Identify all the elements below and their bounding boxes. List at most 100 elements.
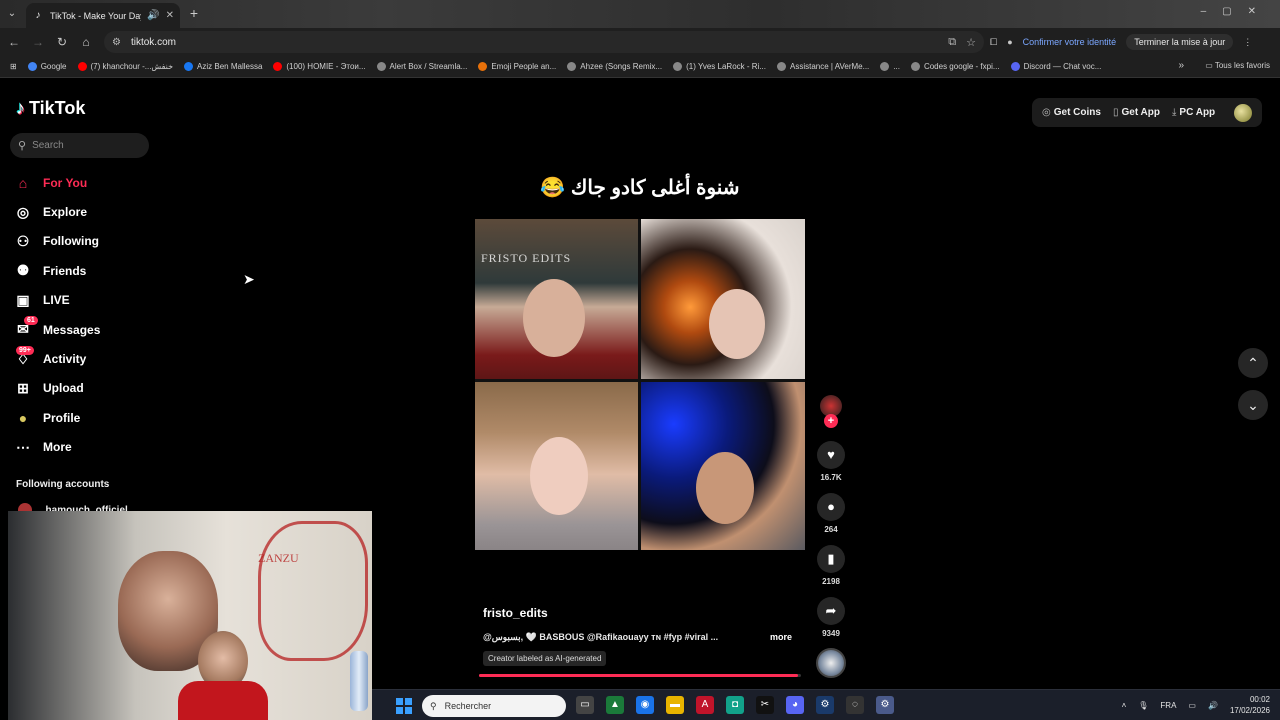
bookmark-label: Discord — Chat voc... [1023, 62, 1102, 71]
upload-icon: ⊞ [17, 379, 29, 396]
webcam-overlay: ZANZU SCOA [8, 511, 372, 720]
discord-icon[interactable]: ◕ [786, 696, 804, 714]
water-bottle [350, 651, 368, 711]
bookmark-item[interactable]: Codes google - fxpi... [910, 62, 1000, 71]
tiktok-logo[interactable]: ♪ TikTok [16, 98, 85, 119]
extensions-icon[interactable]: ⧠ [990, 37, 997, 48]
profile-identity-icon[interactable]: ● [1007, 37, 1012, 47]
share-button[interactable]: ➦ 9349 [814, 597, 848, 638]
video-progress-bar[interactable] [479, 674, 801, 677]
more-button[interactable]: more [770, 632, 792, 642]
get-coins-button[interactable]: ◎ Get Coins [1042, 107, 1101, 118]
forward-icon[interactable]: → [30, 34, 46, 50]
bookmark-item[interactable]: Ahzee (Songs Remix... [567, 62, 662, 71]
browser-tab[interactable]: ♪ TikTok - Make Your Day 🔊 ✕ [26, 3, 180, 28]
bookmark-item[interactable]: Aziz Ben Mallessa [184, 62, 262, 71]
follow-plus-icon[interactable]: + [824, 414, 838, 428]
clock[interactable]: 00:02 17/02/2026 [1230, 694, 1270, 716]
bookmark-item[interactable]: (7) khanchour -...خنفش [77, 62, 173, 71]
task-view-icon[interactable]: ▭ [576, 696, 594, 714]
sidebar-item-activity[interactable]: ♢ 99+ Activity [14, 344, 154, 373]
comment-count: 264 [824, 525, 838, 534]
bookmark-item[interactable]: Google [27, 62, 67, 71]
new-tab-icon[interactable]: + [186, 5, 202, 21]
video-username[interactable]: fristo_edits [483, 606, 803, 620]
volume-icon[interactable]: 🔊 [1208, 701, 1218, 710]
bookmark-item[interactable]: Discord — Chat voc... [1010, 62, 1102, 71]
menu-icon[interactable]: ⋮ [1243, 37, 1252, 48]
get-app-button[interactable]: ▯ Get App [1113, 107, 1160, 118]
search-input[interactable] [32, 140, 133, 151]
address-bar[interactable]: ⚙ tiktok.com ⧉ ☆ [104, 31, 984, 53]
bookmark-item[interactable]: Alert Box / Streamla... [376, 62, 467, 71]
settings-icon[interactable]: ⚙ [876, 696, 894, 714]
sidebar-item-live[interactable]: ▣ LIVE [14, 286, 154, 315]
search-icon: ⚲ [18, 140, 27, 152]
pc-app-button[interactable]: ⤓ PC App [1172, 107, 1215, 118]
search-box[interactable]: ⚲ [10, 133, 149, 158]
comment-button[interactable]: ● 264 [814, 493, 848, 534]
file-explorer-icon[interactable]: ▬ [666, 696, 684, 714]
compass-icon: ◎ [16, 203, 30, 220]
user-avatar[interactable] [1234, 103, 1252, 122]
video-progress-fill [479, 674, 798, 677]
app-teal-icon[interactable]: ◘ [726, 696, 744, 714]
following-icon: ⚇ [16, 232, 30, 249]
video-face [523, 279, 585, 357]
save-count: 2198 [822, 577, 840, 586]
identity-prompt[interactable]: Confirmer votre identité [1023, 37, 1117, 47]
tiktok-note-icon: ♪ [16, 98, 25, 118]
video-player[interactable]: FRISTO EDITS [475, 219, 805, 550]
header-actions: ◎ Get Coins ▯ Get App ⤓ PC App [1032, 98, 1262, 127]
taskbar-search[interactable]: ⚲ Rechercher [422, 695, 566, 717]
bookmark-item[interactable]: Emoji People an... [478, 62, 556, 71]
sidebar-item-for-you[interactable]: ⌂ For You [14, 168, 154, 197]
reload-icon[interactable]: ↻ [54, 34, 70, 50]
steam-icon[interactable]: ⚙ [816, 696, 834, 714]
microphone-icon[interactable]: 🎙 [1138, 701, 1148, 710]
bookmark-item[interactable]: ... [880, 62, 900, 71]
bookmark-item[interactable]: (100) HOMIE - Этои... [273, 62, 366, 71]
close-tab-icon[interactable]: ✕ [166, 10, 174, 21]
apps-grid-icon[interactable]: ⊞ [10, 62, 17, 71]
sidebar-item-profile[interactable]: ● Profile [14, 403, 154, 432]
network-icon[interactable]: ▭ [1188, 701, 1196, 710]
sidebar-item-friends[interactable]: ⚉ Friends [14, 256, 154, 285]
adobe-icon[interactable]: A [696, 696, 714, 714]
install-app-icon[interactable]: ⧉ [948, 36, 956, 49]
music-disc-icon[interactable] [816, 648, 846, 678]
tab-search-icon[interactable]: ⌄ [4, 6, 20, 22]
home-icon[interactable]: ⌂ [78, 34, 94, 50]
app-green-icon[interactable]: ▲ [606, 696, 624, 714]
all-bookmarks-link[interactable]: ▭ Tous les favoris [1205, 61, 1270, 70]
bookmark-favicon-icon [776, 62, 786, 71]
audio-playing-icon[interactable]: 🔊 [147, 10, 159, 21]
bookmark-favicon-icon [880, 62, 890, 71]
obs-icon[interactable]: ◌ [846, 696, 864, 714]
sidebar-item-more[interactable]: ⋯ More [14, 433, 154, 462]
window-controls[interactable]: –▢✕ [1201, 6, 1272, 17]
sidebar-item-following[interactable]: ⚇ Following [14, 227, 154, 256]
like-button[interactable]: ♥ 16.7K [814, 441, 848, 482]
language-indicator[interactable]: FRA [1160, 701, 1176, 710]
save-button[interactable]: ▮ 2198 [814, 545, 848, 586]
chrome-icon[interactable]: ◉ [636, 696, 654, 714]
sidebar-item-explore[interactable]: ◎ Explore [14, 197, 154, 226]
bookmark-item[interactable]: Assistance | AVerMe... [776, 62, 869, 71]
sidebar-item-upload[interactable]: ⊞ Upload [14, 374, 154, 403]
sidebar-item-messages[interactable]: ✉ 61 Messages [14, 315, 154, 344]
back-icon[interactable]: ← [6, 34, 22, 50]
more-bookmarks-icon[interactable]: » [1178, 60, 1184, 71]
bookmark-star-icon[interactable]: ☆ [966, 36, 976, 49]
profile-avatar-icon: ● [18, 409, 28, 426]
video-description: @بسبوس, 🤍 BASBOUS @Rafikaouayy ᴛɴ #fyp #… [483, 632, 719, 642]
site-info-icon[interactable]: ⚙ [112, 37, 121, 48]
capcut-icon[interactable]: ✂ [756, 696, 774, 714]
windows-start-icon[interactable] [396, 698, 412, 714]
next-video-button[interactable]: ⌄ [1238, 390, 1268, 420]
bookmark-item[interactable]: (1) Yves LaRock - Ri... [673, 62, 766, 71]
update-button[interactable]: Terminer la mise à jour [1126, 34, 1234, 50]
previous-video-button[interactable]: ⌃ [1238, 348, 1268, 378]
bookmark-label: Emoji People an... [491, 62, 557, 71]
tray-overflow-icon[interactable]: ˄ [1122, 701, 1127, 710]
